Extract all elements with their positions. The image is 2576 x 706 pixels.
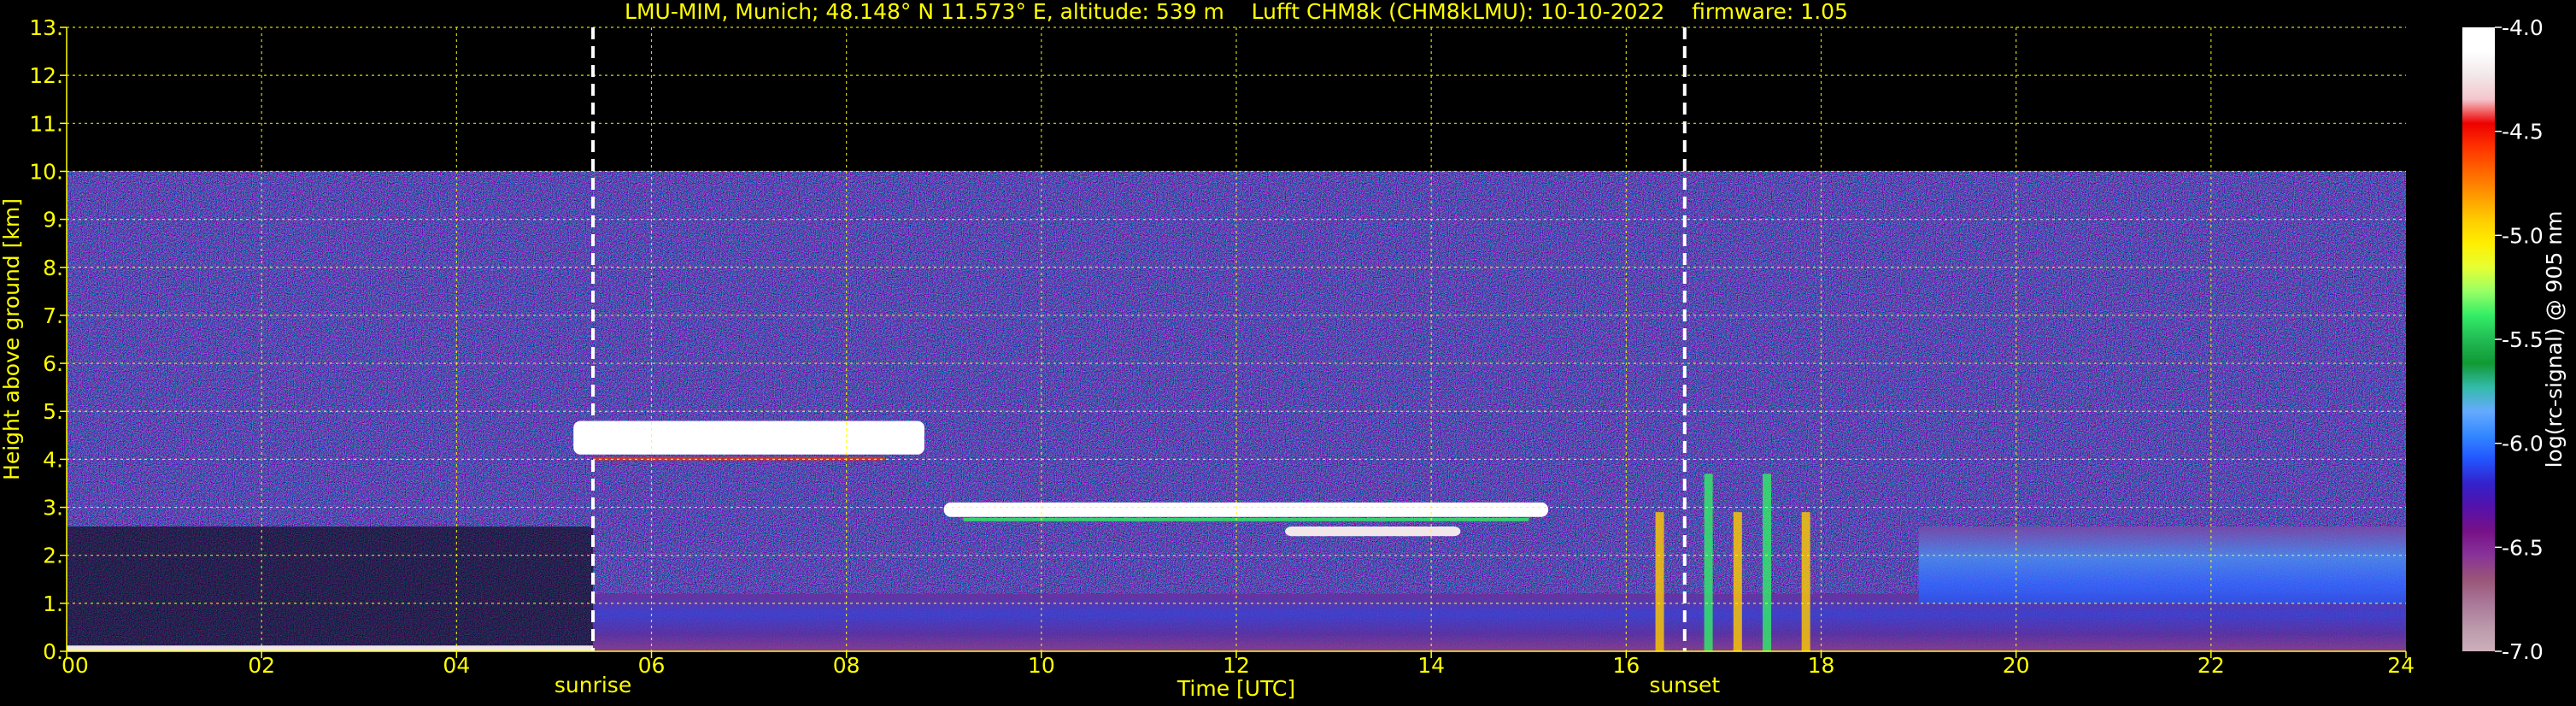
chart-title: LMU-MIM, Munich; 48.148° N 11.573° E, al…	[625, 0, 1848, 24]
event-label-sunrise: sunrise	[555, 673, 631, 697]
x-tick-label: 08	[833, 653, 860, 678]
y-tick-label: 4.	[43, 447, 63, 472]
x-tick-label: 20	[2003, 653, 2030, 678]
y-tick-label: 0.	[43, 639, 63, 664]
y-tick-label: 8.	[43, 256, 63, 280]
x-tick-label: 02	[248, 653, 275, 678]
colorbar-tick-label: -6.0	[2502, 432, 2544, 456]
colorbar-tick-label: -5.0	[2502, 223, 2544, 248]
x-tick-label: 14	[1417, 653, 1445, 678]
x-tick-label: 04	[443, 653, 470, 678]
plume	[1733, 512, 1742, 651]
x-tick-label: 06	[638, 653, 666, 678]
y-tick-label: 7.	[43, 303, 63, 328]
feature-residual-layer	[1918, 527, 2406, 603]
x-tick-label: 00	[62, 653, 89, 678]
x-tick-label: 22	[2198, 653, 2225, 678]
x-axis-label: Time [UTC]	[1177, 676, 1295, 701]
plume	[1655, 512, 1664, 651]
x-tick-label: 12	[1223, 653, 1250, 678]
colorbar-tick-label: -4.0	[2502, 15, 2544, 40]
y-tick-label: 6.	[43, 351, 63, 376]
y-tick-label: 11.	[29, 111, 63, 136]
plume	[1801, 512, 1810, 651]
plume	[1704, 474, 1713, 651]
night-low-region	[67, 527, 594, 651]
colorbar-label: log(rc-signal) @ 905 nm	[2542, 211, 2567, 468]
plume	[1763, 474, 1772, 651]
colorbar-ticks: -4.0 -4.5 -5.0 -5.5 -6.0 -6.5 -7.0	[2495, 15, 2544, 664]
x-tick-label: 18	[1808, 653, 1835, 678]
ceilometer-chart: sunrise sunset 00 02 04 06 08 10 12 14 16 18 20 22 24…	[0, 0, 2567, 701]
feature-cloud-layer	[943, 502, 1549, 517]
y-tick-label: 9.	[43, 208, 63, 232]
colorbar-tick-label: -4.5	[2502, 120, 2544, 144]
y-tick-label: 13.	[29, 15, 63, 40]
y-tick-label: 10.	[29, 159, 63, 184]
feature-cloud-layer	[573, 421, 924, 455]
x-ticks: 00 02 04 06 08 10 12 14 16 18 20 22 24	[62, 651, 2415, 678]
y-tick-label: 12.	[29, 63, 63, 88]
y-axis-label: Height above ground [km]	[0, 198, 24, 480]
colorbar-tick-label: -5.5	[2502, 327, 2544, 352]
x-tick-label: 10	[1028, 653, 1055, 678]
y-tick-label: 2.	[43, 544, 63, 568]
x-tick-label: 24	[2387, 653, 2415, 678]
y-tick-label: 5.	[43, 399, 63, 424]
colorbar	[2462, 27, 2495, 651]
event-label-sunset: sunset	[1649, 673, 1720, 697]
y-tick-label: 1.	[43, 591, 63, 616]
y-tick-label: 3.	[43, 496, 63, 521]
colorbar-tick-label: -6.5	[2502, 535, 2544, 560]
feature-surface-layer	[67, 645, 594, 651]
y-ticks: 0. 1. 2. 3. 4. 5. 6. 7. 8. 9. 10. 11. 12. 13.	[29, 15, 67, 664]
feature-cloud-layer	[1285, 527, 1461, 537]
cloud-edge	[963, 517, 1529, 521]
colorbar-tick-label: -7.0	[2502, 639, 2544, 664]
x-tick-label: 16	[1612, 653, 1640, 678]
